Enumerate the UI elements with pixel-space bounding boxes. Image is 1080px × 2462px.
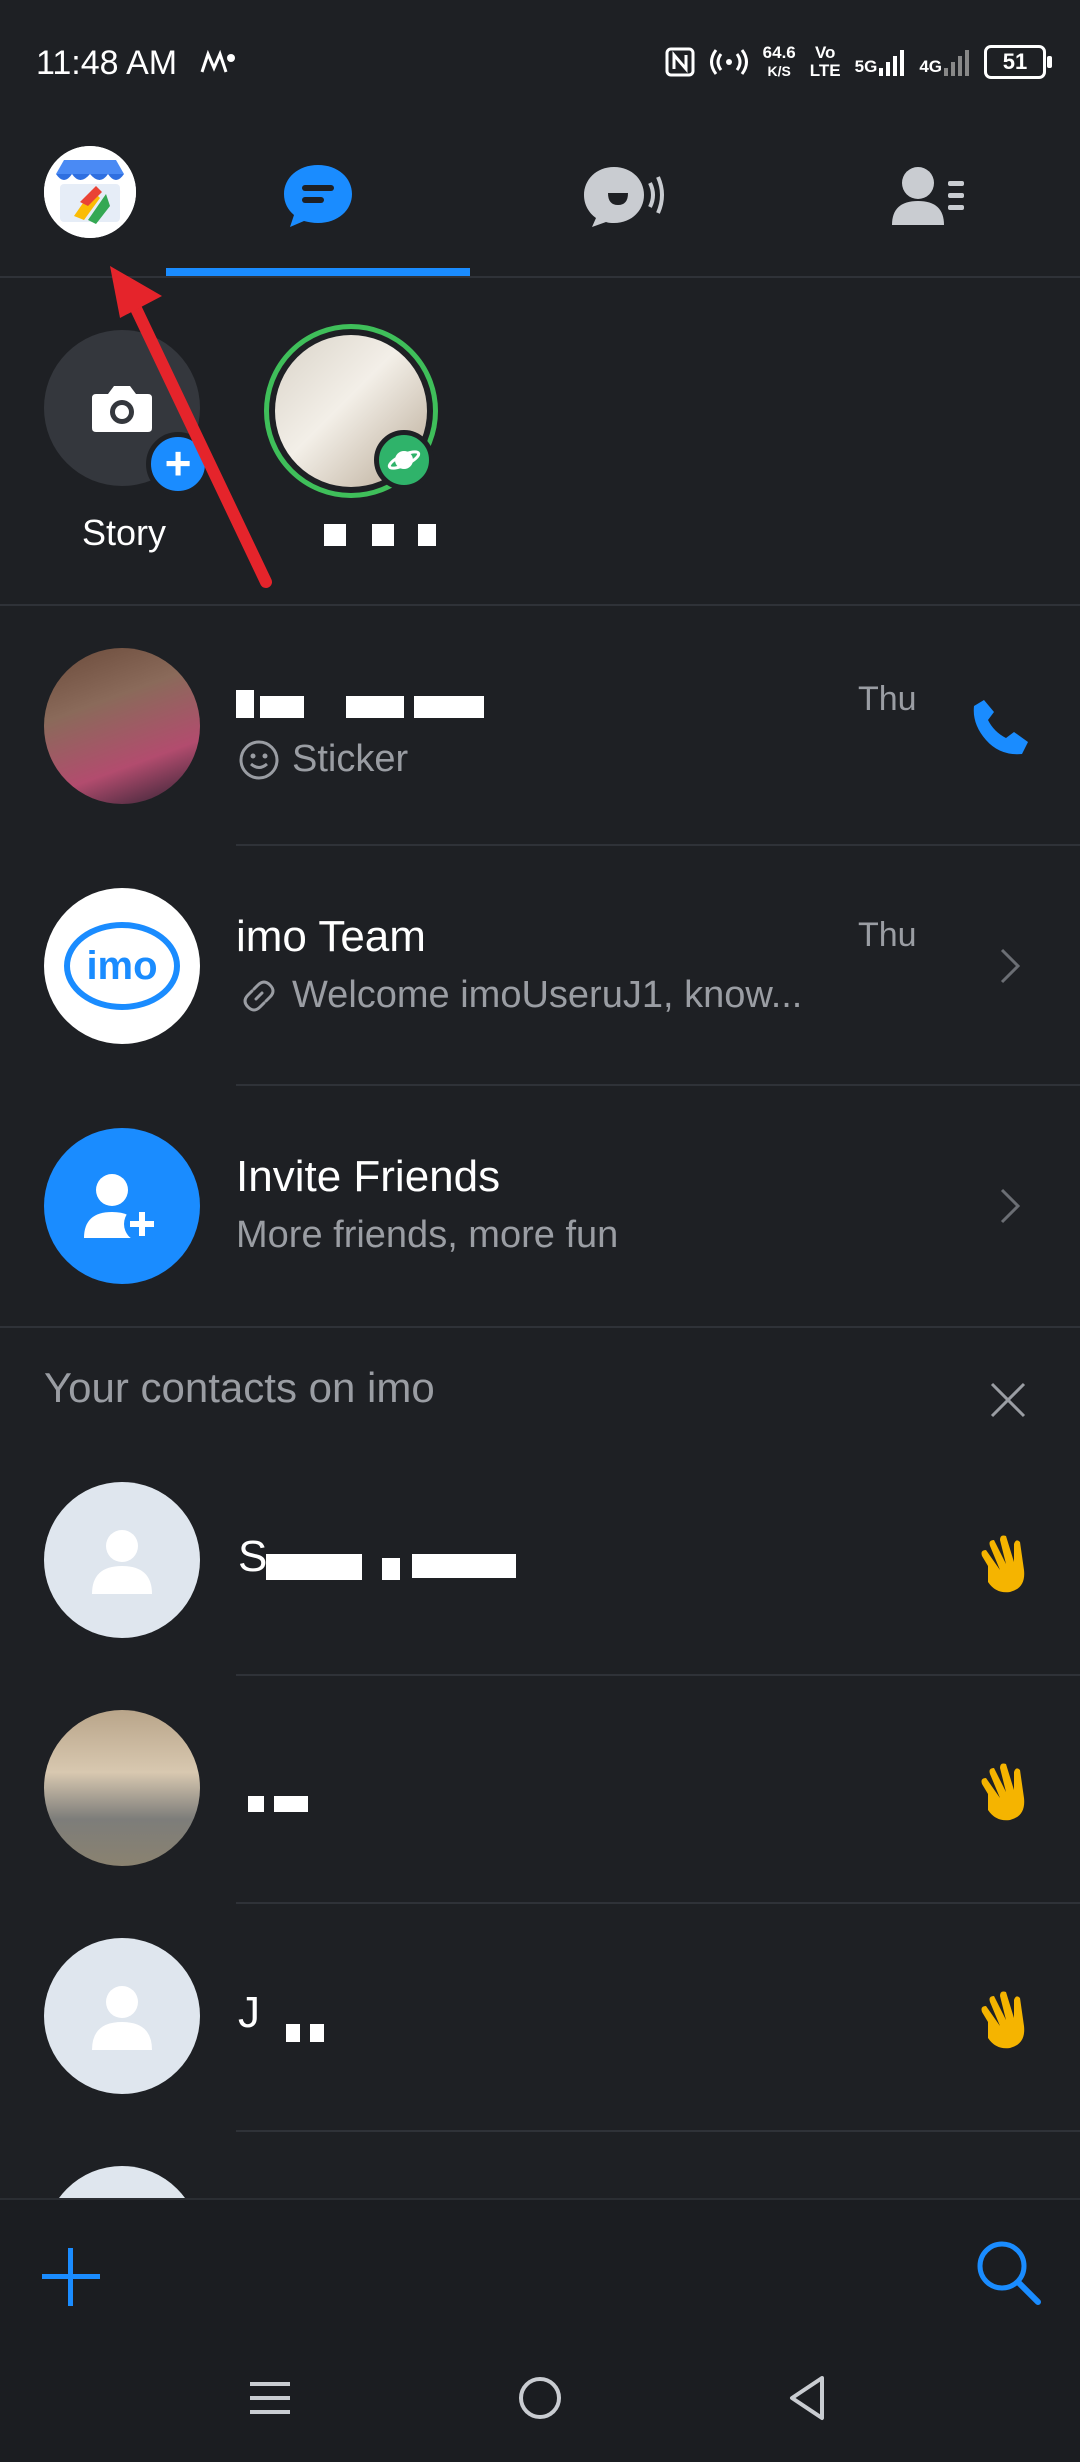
contacts-header: Your contacts on imo	[44, 1364, 435, 1411]
status-time: 11:48 AM	[36, 44, 178, 82]
store-avatar[interactable]	[44, 146, 136, 238]
invite-friends-row[interactable]: Invite Friends More friends, more fun	[0, 1086, 1080, 1326]
home-circle-icon	[519, 2377, 561, 2419]
add-friend-icon	[44, 1128, 200, 1284]
contact-name-redacted	[266, 1552, 526, 1582]
partial-contact-avatar	[44, 2166, 200, 2198]
invite-title: Invite Friends	[236, 1152, 501, 1201]
chat-time: Thu	[858, 680, 917, 718]
battery-indicator: 51	[984, 45, 1052, 79]
default-avatar-icon	[44, 1938, 200, 2094]
back-button[interactable]	[786, 2374, 830, 2427]
imo-team-avatar: imo	[44, 888, 200, 1044]
chat-row-imo-team[interactable]: imo imo Team Thu Welcome imoUseruJ1, kno…	[0, 846, 1080, 1086]
link-icon	[243, 980, 275, 1011]
tab-contacts[interactable]	[878, 146, 978, 246]
recent-apps-button[interactable]	[248, 2376, 292, 2425]
waving-hand-icon	[981, 1991, 1025, 2049]
chat-row[interactable]: Thu Sticker	[0, 606, 1080, 846]
waving-hand-icon	[981, 1763, 1025, 1821]
call-button[interactable]	[970, 696, 1032, 763]
chevron-right-icon	[990, 936, 1030, 996]
chat-preview: Sticker	[238, 738, 408, 781]
home-button[interactable]	[516, 2374, 564, 2427]
contact-row[interactable]: J	[0, 1916, 1080, 2116]
network-speed: 64.6 K/S	[762, 43, 796, 80]
imo-logo: imo	[64, 922, 180, 1010]
planet-badge-icon	[374, 430, 434, 490]
chat-title-redacted	[236, 690, 506, 720]
annotation-arrow	[110, 266, 272, 588]
signal-4g: 4G	[919, 48, 970, 76]
row-divider	[236, 1674, 1080, 1676]
row-divider	[236, 2130, 1080, 2132]
new-chat-button[interactable]	[40, 2246, 102, 2313]
close-contacts-button[interactable]	[986, 1378, 1030, 1427]
nfc-icon	[665, 47, 695, 77]
avatar	[44, 648, 200, 804]
close-icon	[990, 1382, 1026, 1418]
chevron-right-icon	[990, 1176, 1030, 1236]
wave-button[interactable]	[974, 1532, 1038, 1601]
contact-row[interactable]	[0, 1688, 1080, 1888]
contact-name-prefix: J	[238, 1988, 260, 2037]
wave-button[interactable]	[974, 1760, 1038, 1829]
tab-chats[interactable]	[268, 146, 368, 246]
default-avatar-icon	[44, 1482, 200, 1638]
chat-preview-text: Sticker	[292, 738, 409, 780]
avatar	[44, 1710, 200, 1866]
row-divider	[236, 1902, 1080, 1904]
contact-row[interactable]: S	[0, 1460, 1080, 1660]
back-triangle-icon	[790, 2376, 824, 2420]
invite-subtitle: More friends, more fun	[236, 1214, 619, 1256]
section-divider	[0, 1326, 1080, 1328]
chat-bubble-icon	[284, 165, 352, 227]
tab-voice-rooms[interactable]	[574, 146, 674, 246]
contacts-icon	[892, 167, 964, 225]
contact-name-prefix: S	[238, 1532, 268, 1581]
chat-title: imo Team	[236, 912, 426, 961]
status-icons: 64.6 K/S Vo LTE 5G 4G 51	[665, 43, 1052, 80]
waving-hand-icon	[981, 1535, 1025, 1593]
hotspot-icon	[709, 49, 748, 75]
contact-name-redacted	[286, 2020, 366, 2044]
chat-preview: Welcome imoUseruJ1, know...	[238, 974, 802, 1017]
signal-5g: 5G	[855, 48, 906, 76]
voice-club-icon	[584, 167, 664, 227]
volte-indicator: Vo LTE	[809, 43, 841, 80]
data-saver-icon	[200, 49, 236, 81]
contact-name-redacted	[248, 1792, 368, 1816]
phone-icon	[973, 700, 1028, 755]
friend-story-name-redacted	[282, 512, 462, 552]
menu-icon	[250, 2382, 290, 2414]
chat-time: Thu	[858, 916, 917, 954]
search-button[interactable]	[974, 2238, 1042, 2311]
chat-preview-text: Welcome imoUseruJ1, know...	[292, 974, 803, 1016]
plus-icon	[42, 2248, 100, 2306]
search-icon	[977, 2241, 1041, 2305]
sticker-icon	[239, 740, 279, 779]
wave-button[interactable]	[974, 1988, 1038, 2057]
